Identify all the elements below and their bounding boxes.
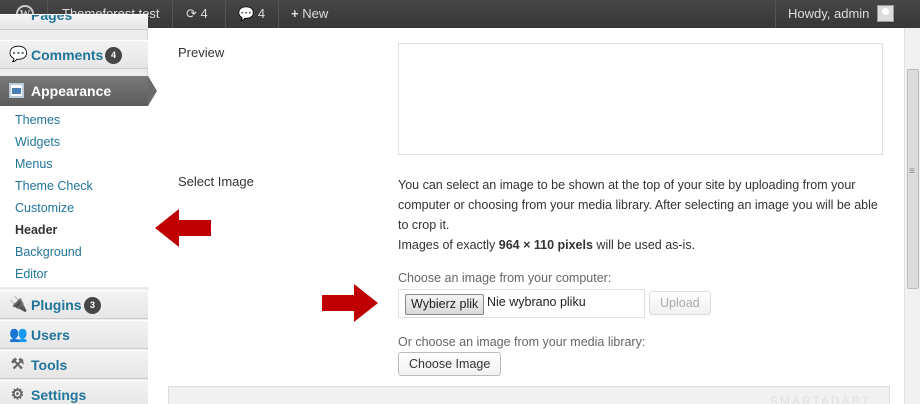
plugins-count-badge: 3 — [84, 297, 101, 314]
tools-icon: ⚒ — [10, 356, 25, 373]
submenu-item-customize[interactable]: Customize — [15, 201, 74, 215]
upload-prompt: Choose an image from your computer: — [398, 271, 612, 285]
choose-file-button[interactable]: Wybierz plik — [405, 294, 485, 315]
account-greeting[interactable]: Howdy, admin — [788, 0, 869, 28]
upload-button[interactable]: Upload — [649, 291, 711, 315]
settings-icon: ⚙ — [10, 386, 25, 403]
updates-count: 4 — [200, 6, 208, 21]
menu-item-tools[interactable]: ⚒ Tools — [0, 350, 148, 379]
size-prefix: Images of exactly — [398, 238, 499, 252]
description-line: You can select an image to be shown at t… — [398, 178, 856, 192]
menu-label: Plugins — [31, 297, 82, 313]
plug-icon: 🔌 — [9, 296, 28, 313]
refresh-icon: ⟳ — [186, 6, 197, 21]
choose-image-button[interactable]: Choose Image — [398, 352, 502, 376]
size-suffix: will be used as-is. — [592, 238, 696, 252]
submenu-item-themes[interactable]: Themes — [15, 113, 60, 127]
updates-link[interactable]: ⟳ 4 — [186, 0, 208, 28]
description-line: computer or choosing from your media lib… — [398, 198, 878, 212]
menu-item-pages[interactable]: Pages — [0, 14, 148, 30]
library-prompt: Or choose an image from your media libra… — [398, 335, 646, 349]
menu-label: Tools — [31, 357, 68, 373]
menu-item-settings[interactable]: ⚙ Settings — [0, 380, 148, 404]
scrollbar[interactable] — [904, 28, 920, 404]
menu-label: Comments — [31, 47, 104, 63]
new-label: New — [302, 6, 329, 21]
submenu-item-theme-check[interactable]: Theme Check — [15, 179, 93, 193]
select-image-label: Select Image — [178, 174, 254, 189]
menu-item-appearance[interactable]: Appearance — [0, 76, 157, 106]
menu-item-plugins[interactable]: 🔌 Plugins 3 — [0, 290, 148, 319]
menu-item-users[interactable]: 👥 Users — [0, 320, 148, 349]
divider — [225, 0, 226, 28]
preview-label: Preview — [178, 45, 225, 60]
admin-sidebar: Pages 💬 Comments 4 Appearance Themes Wid… — [0, 14, 157, 404]
menu-label: Users — [31, 327, 70, 343]
speech-bubble-icon: 💬 — [9, 46, 28, 63]
current-menu-pointer — [148, 76, 157, 106]
description-line: to crop it. — [398, 218, 450, 232]
new-content-link[interactable]: + New — [291, 0, 328, 28]
menu-label: Settings — [31, 387, 87, 403]
menu-label: Pages — [31, 14, 73, 23]
users-icon: 👥 — [9, 326, 28, 343]
menu-label: Appearance — [31, 83, 112, 99]
submenu-item-menus[interactable]: Menus — [15, 157, 53, 171]
plus-icon: + — [291, 6, 299, 21]
submenu-item-header[interactable]: Header — [15, 223, 57, 237]
arrow-right-icon — [322, 284, 378, 322]
divider — [172, 0, 173, 28]
file-status: Nie wybrano pliku — [487, 295, 586, 309]
appearance-icon — [9, 83, 24, 98]
header-preview-box — [398, 43, 883, 155]
divider — [775, 0, 776, 28]
appearance-submenu: Themes Widgets Menus Theme Check Customi… — [0, 106, 148, 287]
submenu-item-widgets[interactable]: Widgets — [15, 135, 60, 149]
avatar[interactable] — [877, 5, 894, 22]
watermark: SMARTADAPT — [770, 394, 871, 404]
image-size-note: Images of exactly 964 × 110 pixels will … — [398, 238, 695, 252]
scrollbar-thumb[interactable] — [907, 69, 919, 289]
divider — [278, 0, 279, 28]
arrow-left-icon — [155, 209, 211, 247]
size-value: 964 × 110 pixels — [498, 238, 593, 252]
speech-bubble-icon: 💬 — [238, 6, 255, 21]
comments-count-badge: 4 — [105, 47, 122, 64]
submenu-item-editor[interactable]: Editor — [15, 267, 48, 281]
menu-item-comments[interactable]: 💬 Comments 4 — [0, 40, 148, 69]
comments-link[interactable]: 💬 4 — [238, 0, 265, 28]
file-input[interactable]: Wybierz plik Nie wybrano pliku — [398, 289, 645, 318]
submenu-item-background[interactable]: Background — [15, 245, 82, 259]
comments-count: 4 — [257, 6, 266, 21]
